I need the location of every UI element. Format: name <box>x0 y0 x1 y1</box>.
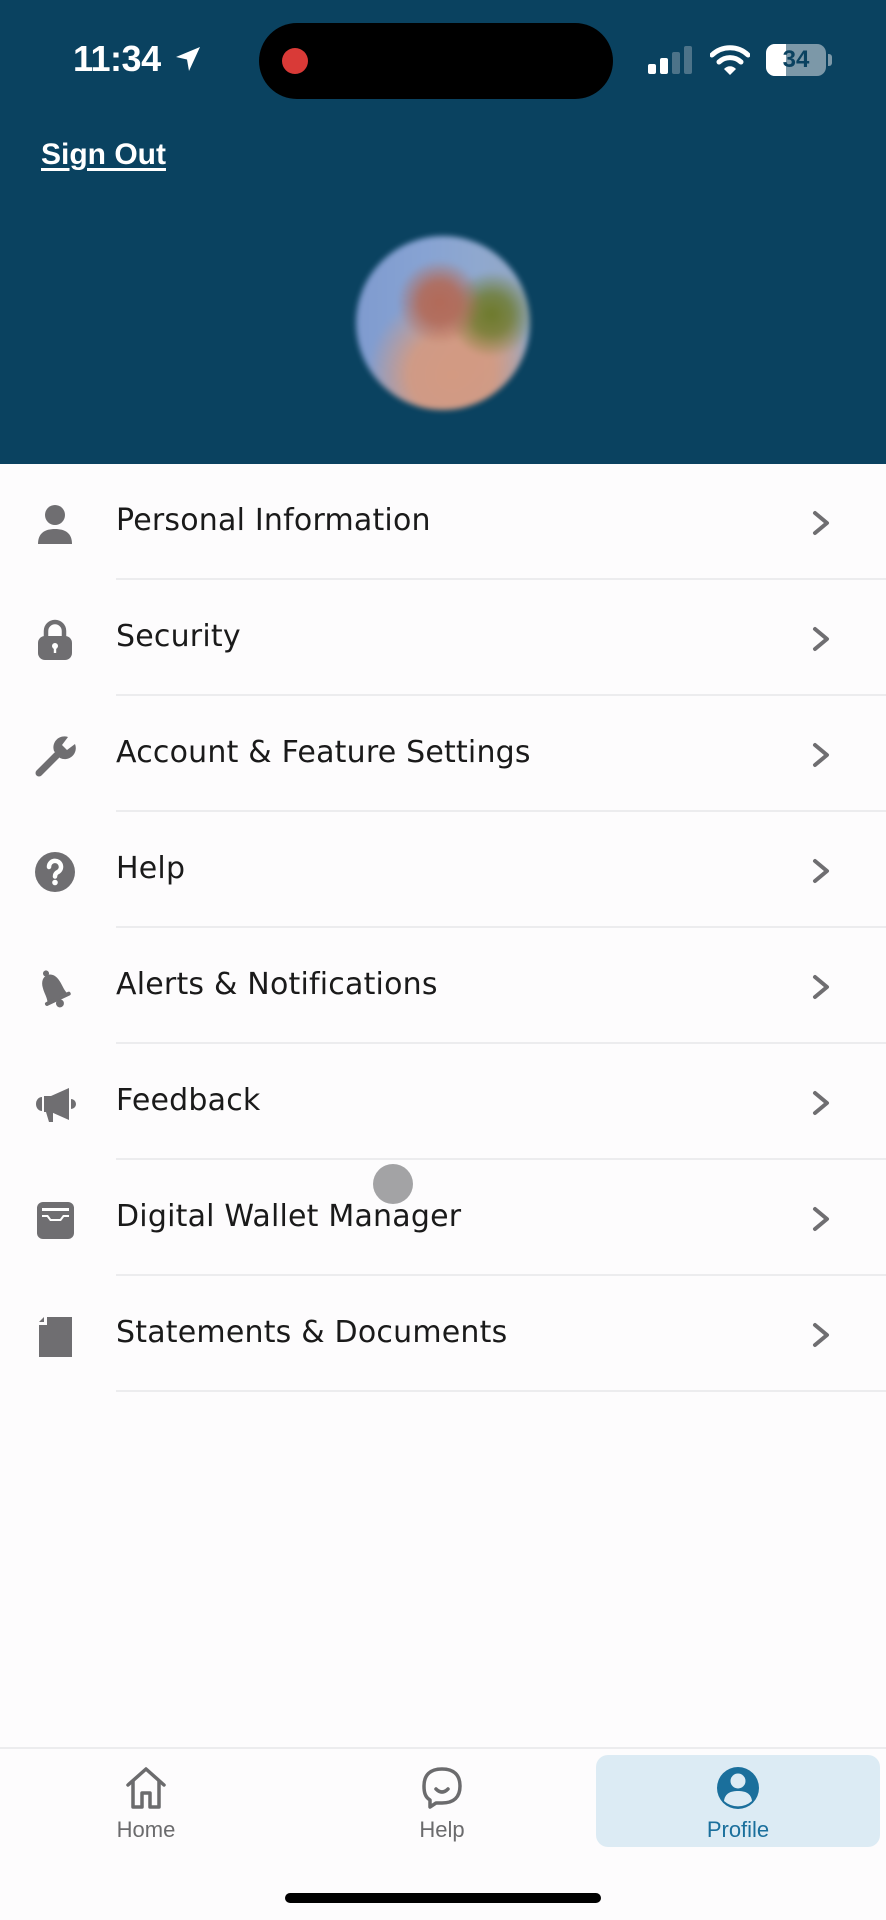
divider <box>116 1390 886 1392</box>
chevron-right-icon <box>813 627 829 651</box>
chevron-right-icon <box>813 859 829 883</box>
menu-item-label: Digital Wallet Manager <box>116 1199 462 1234</box>
menu-item-feedback[interactable]: Feedback <box>0 1044 886 1160</box>
profile-menu: Personal Information Security Account & … <box>0 464 886 1392</box>
menu-item-personal-information[interactable]: Personal Information <box>0 464 886 580</box>
menu-item-label: Security <box>116 619 241 654</box>
touch-indicator <box>373 1164 413 1204</box>
profile-icon <box>717 1767 759 1809</box>
battery-icon: 34 <box>766 44 826 76</box>
menu-item-label: Help <box>116 851 186 886</box>
bell-icon <box>42 970 71 1008</box>
battery-nub <box>828 54 832 66</box>
tab-profile[interactable]: Profile <box>596 1755 880 1847</box>
menu-item-label: Account & Feature Settings <box>116 735 531 770</box>
chevron-right-icon <box>813 743 829 767</box>
lock-icon <box>38 619 72 660</box>
menu-item-label: Personal Information <box>116 503 431 538</box>
avatar[interactable] <box>356 236 530 410</box>
wallet-icon <box>37 1202 74 1239</box>
chevron-right-icon <box>813 1207 829 1231</box>
menu-item-statements-documents[interactable]: Statements & Documents <box>0 1276 886 1392</box>
location-arrow-icon <box>176 47 200 71</box>
menu-item-alerts-notifications[interactable]: Alerts & Notifications <box>0 928 886 1044</box>
tab-label: Home <box>116 1817 176 1842</box>
document-icon <box>39 1317 72 1357</box>
chevron-right-icon <box>813 1091 829 1115</box>
chevron-right-icon <box>813 1323 829 1347</box>
megaphone-icon <box>36 1088 76 1122</box>
tab-label: Help <box>419 1817 465 1842</box>
wifi-icon <box>710 45 750 75</box>
question-circle-icon <box>35 852 75 892</box>
chevron-right-icon <box>813 511 829 535</box>
menu-item-label: Statements & Documents <box>116 1315 508 1350</box>
cellular-signal-icon <box>648 46 692 74</box>
sign-out-link[interactable]: Sign Out <box>41 138 166 172</box>
status-time: 11:34 <box>73 38 161 79</box>
recording-indicator-icon <box>282 48 308 74</box>
menu-item-security[interactable]: Security <box>0 580 886 696</box>
chat-bubble-icon <box>422 1767 462 1809</box>
chevron-right-icon <box>813 975 829 999</box>
menu-item-label: Alerts & Notifications <box>116 967 438 1002</box>
home-icon <box>126 1767 166 1809</box>
menu-item-help[interactable]: Help <box>0 812 886 928</box>
home-indicator[interactable] <box>285 1893 601 1903</box>
person-icon <box>38 505 72 544</box>
profile-header: 11:34 34 Sign Out <box>0 0 886 464</box>
menu-item-digital-wallet-manager[interactable]: Digital Wallet Manager <box>0 1160 886 1276</box>
dynamic-island <box>259 23 613 99</box>
menu-item-account-feature-settings[interactable]: Account & Feature Settings <box>0 696 886 812</box>
battery-percent: 34 <box>782 46 810 73</box>
tab-help[interactable]: Help <box>296 1755 588 1847</box>
tab-home[interactable]: Home <box>0 1755 292 1847</box>
wrench-icon <box>35 736 76 777</box>
menu-item-label: Feedback <box>116 1083 261 1118</box>
tab-label: Profile <box>706 1817 770 1842</box>
